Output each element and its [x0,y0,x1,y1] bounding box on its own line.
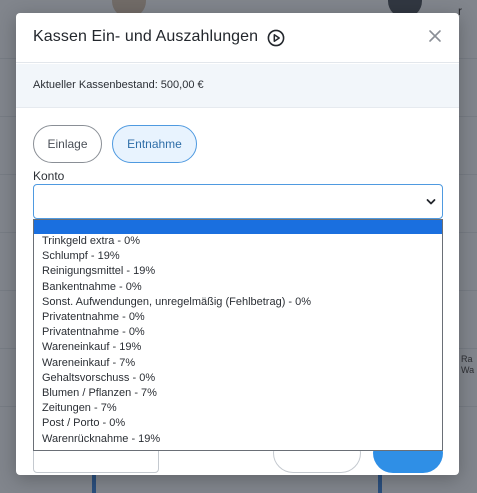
konto-dropdown-list[interactable]: Trinkgeld extra - 0% Schlumpf - 19% Rein… [33,219,443,451]
close-icon[interactable] [427,28,443,44]
play-circle-icon[interactable] [267,29,285,47]
dropdown-option[interactable]: Trinkgeld extra - 0% [34,234,442,249]
dropdown-option[interactable]: Zeitungen - 7% [34,401,442,416]
einlage-button[interactable]: Einlage [33,125,102,163]
dropdown-option[interactable]: Privatentnahme - 0% [34,310,442,325]
dropdown-highlighted-option[interactable] [34,220,442,234]
dropdown-option[interactable]: Schlumpf - 19% [34,249,442,264]
konto-label: Konto [33,169,65,183]
dropdown-option[interactable]: Reinigungsmittel - 19% [34,264,442,279]
dropdown-option[interactable]: Wareneinkauf - 19% [34,340,442,355]
dropdown-option[interactable]: Bankentnahme - 0% [34,280,442,295]
dropdown-option[interactable]: Privatentnahme - 0% [34,325,442,340]
dropdown-options: Trinkgeld extra - 0% Schlumpf - 19% Rein… [34,234,442,447]
dropdown-option[interactable]: Wareneinkauf - 7% [34,356,442,371]
dropdown-option[interactable]: Blumen / Pflanzen - 7% [34,386,442,401]
modal-header: Kassen Ein- und Auszahlungen [16,13,459,63]
dropdown-option[interactable]: Post / Porto - 0% [34,416,442,431]
dropdown-option[interactable]: Gehaltsvorschuss - 0% [34,371,442,386]
dropdown-option[interactable]: Warenrücknahme - 19% [34,432,442,447]
balance-bar: Aktueller Kassenbestand: 500,00 € [16,64,459,108]
chevron-down-icon [426,199,436,205]
entnahme-button[interactable]: Entnahme [112,125,197,163]
current-balance: Aktueller Kassenbestand: 500,00 € [33,79,204,91]
konto-select[interactable] [33,184,443,219]
dropdown-option[interactable]: Sonst. Aufwendungen, unregelmäßig (Fehlb… [34,295,442,310]
modal-title: Kassen Ein- und Auszahlungen [33,28,259,45]
